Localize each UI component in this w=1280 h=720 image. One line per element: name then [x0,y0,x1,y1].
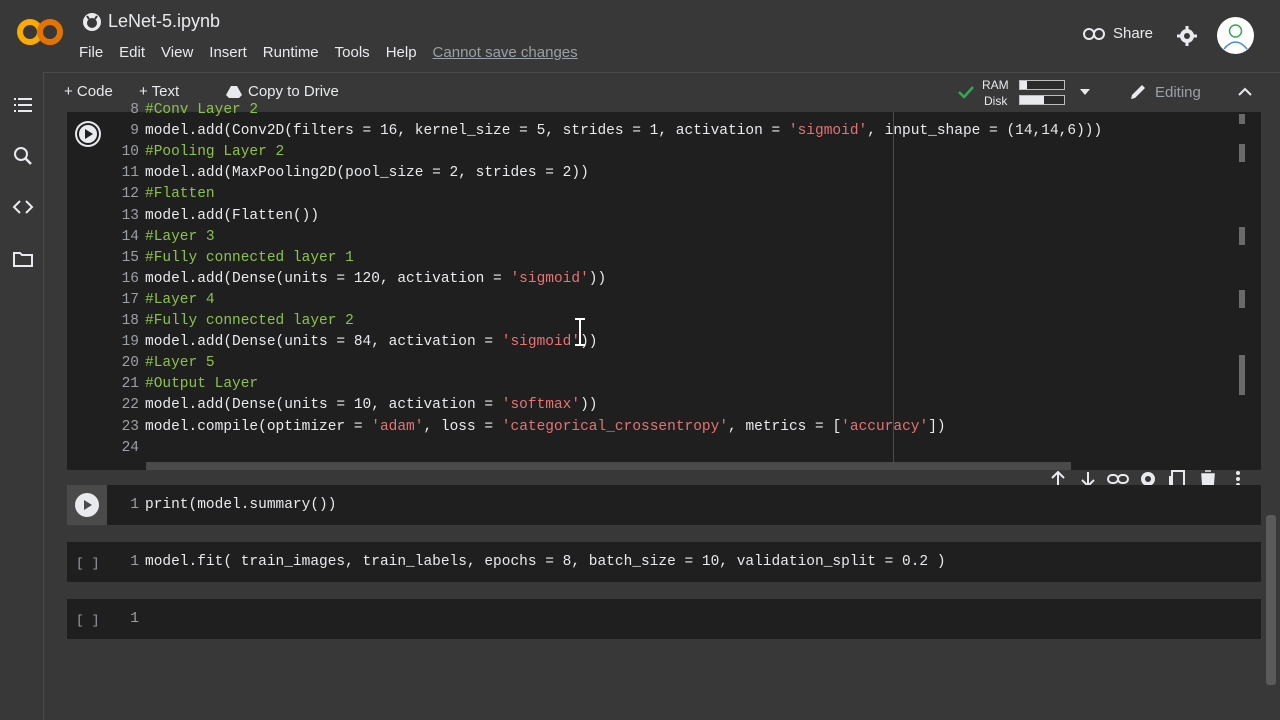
code-snippets-icon[interactable] [12,196,34,218]
code-text[interactable]: #Flatten [145,184,215,205]
code-text[interactable]: #Fully connected layer 2 [145,311,354,332]
code-text[interactable]: model.add(MaxPooling2D(pool_size = 2, st… [145,163,589,184]
colab-logo-icon[interactable] [16,16,64,48]
code-text[interactable]: model.add(Flatten()) [145,206,319,227]
code-text[interactable]: #Conv Layer 2 [145,100,258,121]
line-number: 19 [121,334,139,351]
files-folder-icon[interactable] [12,248,34,270]
code-text[interactable]: model.add(Dense(units = 10, activation =… [145,395,598,416]
line-number: 8 [130,102,139,118]
menu-insert[interactable]: Insert [209,44,255,61]
colab-app: LeNet-5.ipynb File Edit View Insert Runt… [0,0,1280,720]
notebook-area: 8 #Conv Layer 2 9 model.add(Conv2D(filters … [44,102,1280,720]
page-scrollbar[interactable] [1266,515,1276,685]
overview-mark [1239,144,1245,162]
code-cell-3[interactable]: [ ] 1 model.fit( train_images, train_labe… [67,542,1261,582]
menu-help[interactable]: Help [386,44,425,61]
line-number: 17 [121,291,139,308]
add-code-button[interactable]: + Code [64,83,113,100]
line-number: 22 [121,397,139,414]
menu-file[interactable]: File [79,44,111,61]
line-number: 13 [121,207,139,224]
code-text[interactable]: #Output Layer [145,374,258,395]
line-number: 1 [130,497,139,513]
drive-icon [226,85,242,98]
cannot-save-link[interactable]: Cannot save changes [433,44,586,61]
line-number: 24 [121,439,139,456]
line-number: 10 [121,144,139,161]
ram-label: RAM [982,78,1009,92]
code-cell-1[interactable]: 8 #Conv Layer 2 9 model.add(Conv2D(filters … [67,102,1261,470]
menu-edit[interactable]: Edit [119,44,153,61]
code-cell-4[interactable]: [ ] 1 [67,599,1261,639]
horizontal-scrollbar[interactable] [146,462,1071,470]
code-text[interactable]: #Layer 4 [145,290,215,311]
text-cursor-icon [575,318,585,346]
code-text[interactable]: model.add(Dense(units = 120, activation … [145,269,606,290]
add-text-button[interactable]: + Text [139,83,179,100]
menu-bar: File Edit View Insert Runtime Tools Help… [79,44,594,61]
title-row: LeNet-5.ipynb [82,11,220,32]
copy-to-drive-label: Copy to Drive [248,83,339,100]
ruler-line [893,112,894,468]
line-number: 21 [121,376,139,393]
line-number: 23 [121,418,139,435]
line-number: 18 [121,313,139,329]
sidebar [0,72,44,720]
line-number: 1 [130,554,139,570]
code-text[interactable]: model.add(Dense(units = 84, activation =… [145,332,598,353]
connected-check-icon [958,86,974,99]
overview-mark [1239,227,1245,245]
copy-to-drive-button[interactable]: Copy to Drive [226,83,339,100]
ram-bar-fill [1020,81,1027,89]
menu-tools[interactable]: Tools [335,44,378,61]
user-icon [1223,24,1248,50]
notebook-title[interactable]: LeNet-5.ipynb [108,11,220,32]
table-of-contents-icon[interactable] [12,94,34,116]
line-number: 9 [130,123,139,140]
line-number: 15 [121,249,139,266]
overview-mark [1239,355,1245,395]
overview-mark [1239,290,1245,308]
overview-mark [1239,114,1245,124]
collapse-header-chevron-up-icon[interactable] [1238,87,1252,97]
resources-dropdown-icon[interactable] [1080,89,1090,95]
code-text[interactable]: #Fully connected layer 1 [145,248,354,269]
avatar[interactable] [1217,17,1254,54]
code-text[interactable]: #Pooling Layer 2 [145,142,284,163]
share-label: Share [1113,25,1154,42]
settings-gear-icon[interactable] [1176,25,1198,47]
code-text[interactable]: model.compile(optimizer = 'adam', loss =… [145,417,946,438]
editing-mode-button[interactable]: Editing [1129,83,1201,101]
github-icon [83,12,101,31]
ram-bar [1019,80,1065,90]
disk-bar-fill [1020,96,1045,104]
share-button[interactable]: Share [1083,25,1153,42]
line-number: 1 [130,611,139,627]
code-text[interactable]: print(model.summary()) [145,495,336,516]
code-text[interactable]: #Layer 3 [145,227,215,248]
code-text[interactable]: model.fit( train_images, train_labels, e… [145,552,946,573]
code-text[interactable]: model.add(Conv2D(filters = 16, kernel_si… [145,121,1102,142]
pencil-icon [1131,85,1145,99]
code-cell-2[interactable]: 1 print(model.summary()) [67,485,1261,525]
menu-runtime[interactable]: Runtime [263,44,327,61]
menu-view[interactable]: View [161,44,201,61]
line-number: 12 [121,186,139,203]
header: LeNet-5.ipynb File Edit View Insert Runt… [0,0,1280,72]
search-icon[interactable] [12,145,34,167]
line-number: 11 [121,165,139,182]
line-number: 14 [121,228,139,245]
disk-bar [1019,95,1065,105]
editing-label: Editing [1155,83,1201,101]
line-number: 20 [121,355,139,372]
link-icon [1083,27,1105,40]
code-text[interactable]: #Layer 5 [145,353,215,374]
line-number: 16 [121,270,139,287]
disk-label: Disk [984,94,1008,108]
